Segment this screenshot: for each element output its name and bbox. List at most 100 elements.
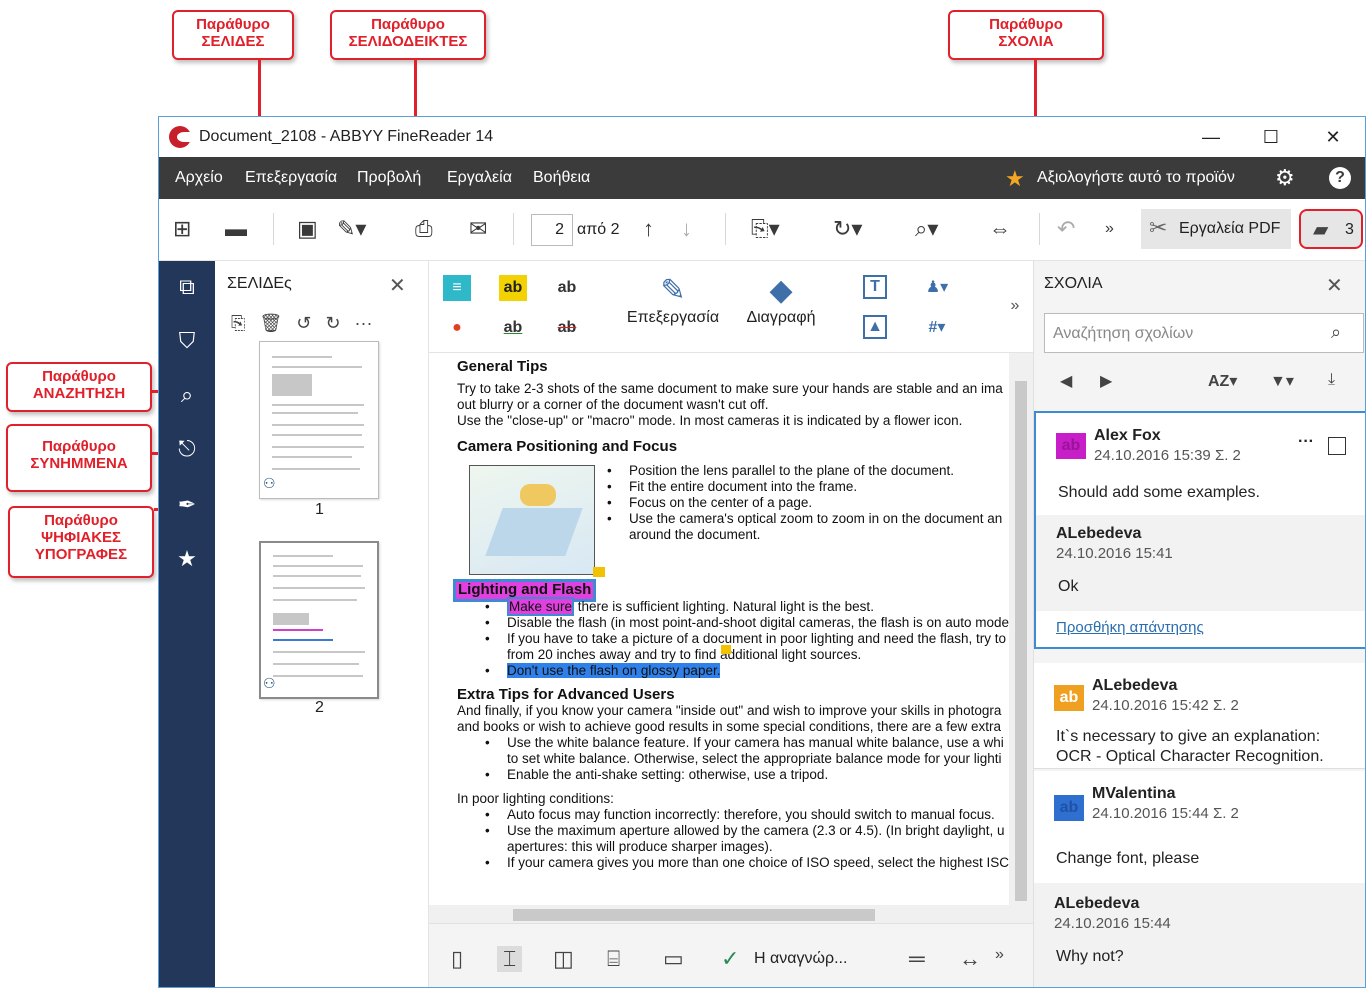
stamp-icon[interactable]: ♟▾	[923, 275, 951, 301]
next-page-icon[interactable]: ↓	[681, 216, 692, 242]
highlighted-glossy-paper[interactable]: Don't use the flash on glossy paper.	[507, 663, 721, 678]
menu-file[interactable]: Αρχείο	[175, 169, 223, 187]
collapse-icon[interactable]: ⤓	[1328, 371, 1335, 389]
zoom-width-icon[interactable]: ↔	[959, 946, 981, 972]
next-comment-icon[interactable]: ▶	[1100, 371, 1112, 391]
more-icon[interactable]: ···	[354, 313, 372, 334]
main-toolbar: ⊞ ▬ ▣ ✎▾ ⎙ ✉ 2 από 2 ↑ ↓ ⎘▾ ↻▾ ⌕▾ ⇔ ↶ » …	[159, 199, 1365, 261]
rotate-left-icon[interactable]: ↺	[296, 313, 311, 334]
comments-toggle-button[interactable]: ▰ 3	[1299, 209, 1363, 249]
sort-icon[interactable]: AZ▾	[1208, 371, 1237, 391]
menu-view[interactable]: Προβολή	[357, 169, 421, 187]
print-icon[interactable]: ⎙	[415, 216, 433, 242]
list-item: Make sure there is sufficient lighting. …	[485, 597, 874, 616]
resolve-checkbox[interactable]	[1328, 437, 1346, 455]
open-folder-icon[interactable]: ▬	[225, 216, 247, 242]
erase-button[interactable]: ◆ Διαγραφή	[737, 273, 825, 327]
pdf-tools-button[interactable]: ✂ Εργαλεία PDF	[1141, 209, 1291, 249]
underline-icon[interactable]: ab	[499, 315, 527, 341]
new-document-icon[interactable]: ⊞	[173, 216, 191, 242]
ribbon-more-icon[interactable]: »	[1001, 293, 1029, 319]
scrollbar-thumb[interactable]	[513, 909, 875, 921]
comment-reply[interactable]: ALebedeva 24.10.2016 15:44 Why not?	[1034, 885, 1365, 987]
callout-comments-panel: Παράθυρο ΣΧΟΛΙΑ	[948, 10, 1104, 60]
stamp-shape-icon[interactable]: ●	[443, 315, 471, 341]
page-thumbnail-selected[interactable]	[259, 541, 379, 699]
vertical-scrollbar[interactable]	[1009, 353, 1033, 923]
full-screen-icon[interactable]: ▭	[663, 946, 684, 972]
gear-icon[interactable]: ⚙	[1275, 165, 1295, 191]
search-icon[interactable]: ⌕	[173, 381, 201, 409]
recognize-icon[interactable]: ⌕▾	[915, 216, 938, 242]
rate-product-link[interactable]: Αξιολογήστε αυτό το προϊόν	[1037, 169, 1235, 187]
more-options-icon[interactable]: ···	[1298, 433, 1314, 451]
single-page-view-icon[interactable]: ▯	[451, 946, 463, 972]
maximize-button[interactable]: ☐	[1259, 125, 1283, 149]
insert-text-icon[interactable]: ab	[553, 275, 581, 301]
bates-number-icon[interactable]: #▾	[923, 315, 951, 341]
highlight-comment-icon: ab	[1054, 795, 1084, 821]
comment-ribbon: ≡ ab ab ● ab ab ✎ Επεξεργασία ◆ Διαγραφή…	[429, 261, 1033, 353]
delete-icon[interactable]: 🗑	[259, 313, 282, 334]
horizontal-scrollbar[interactable]	[429, 905, 1009, 923]
document-page[interactable]: General Tips Try to take 2-3 shots of th…	[429, 353, 1033, 923]
comment-thread[interactable]: ab MValentina 24.10.2016 15:44 Σ. 2 Chan…	[1034, 771, 1365, 987]
page-number-input[interactable]: 2	[531, 214, 573, 246]
digital-signature-icon[interactable]: ✒	[173, 491, 201, 519]
pages-panel-icon[interactable]: ⧉	[173, 273, 201, 301]
comment-thread-selected[interactable]: ab Alex Fox 24.10.2016 15:39 Σ. 2 ··· Sh…	[1034, 411, 1365, 649]
edit-button[interactable]: ✎ Επεξεργασία	[625, 273, 721, 327]
rotate-right-icon[interactable]: ↻	[325, 313, 340, 334]
menu-help[interactable]: Βοήθεια	[533, 169, 590, 187]
highlighted-make-sure[interactable]: Make sure	[507, 597, 575, 616]
comment-thread[interactable]: ab ALebedeva 24.10.2016 15:42 Σ. 2 It`s …	[1034, 663, 1365, 769]
two-page-scroll-icon[interactable]: ⌸	[607, 946, 620, 972]
menu-tools[interactable]: Εργαλεία	[447, 169, 512, 187]
add-page-icon[interactable]: ⎘	[231, 313, 245, 334]
menu-edit[interactable]: Επεξεργασία	[245, 169, 337, 187]
undo-icon[interactable]: ↶	[1057, 216, 1075, 242]
highlight-icon[interactable]: ab	[499, 275, 527, 301]
bottombar-more-icon[interactable]: »	[995, 946, 1004, 964]
scroll-view-icon[interactable]: ⌶	[497, 946, 523, 972]
search-icon[interactable]: ⌕	[1331, 322, 1341, 343]
close-icon[interactable]: ✕	[389, 273, 406, 298]
two-page-view-icon[interactable]: ◫	[553, 946, 574, 972]
callout-search-panel: Παράθυρο ΑΝΑΖΗΤΗΣΗ	[6, 362, 152, 412]
text-box-icon[interactable]: T	[863, 275, 887, 299]
compare-icon[interactable]: ⇔	[989, 216, 1011, 242]
star-icon[interactable]: ★	[173, 545, 201, 573]
minimize-button[interactable]: —	[1199, 125, 1223, 149]
callout-pages-panel: Παράθυρο ΣΕΛΙΔΕΣ	[172, 10, 294, 60]
note-icon[interactable]: ≡	[443, 275, 471, 301]
page-thumbnail[interactable]	[259, 341, 379, 499]
email-icon[interactable]: ✉	[469, 216, 487, 242]
fit-width-icon[interactable]: ═	[909, 946, 925, 972]
note-marker-icon[interactable]	[721, 645, 731, 654]
list-item-continuation: apertures: this will produce sharper ima…	[507, 839, 773, 854]
pdf-tools-label: Εργαλεία PDF	[1179, 220, 1281, 237]
previous-page-icon[interactable]: ↑	[643, 216, 654, 242]
help-icon[interactable]: ?	[1329, 167, 1351, 189]
star-icon[interactable]: ★	[1005, 166, 1025, 192]
list-item: Enable the anti-shake setting: otherwise…	[485, 767, 828, 784]
scrollbar-thumb[interactable]	[1015, 381, 1027, 901]
add-reply-link[interactable]: Προσθήκη απάντησης	[1056, 619, 1204, 636]
strikethrough-icon[interactable]: ab	[553, 315, 581, 341]
filter-icon[interactable]: ▼▾	[1270, 371, 1294, 391]
close-icon[interactable]: ✕	[1326, 273, 1343, 298]
bookmark-icon[interactable]: ⛉	[173, 327, 201, 355]
list-item: Fit the entire document into the frame.	[607, 479, 857, 496]
previous-comment-icon[interactable]: ◀	[1060, 371, 1072, 391]
save-as-icon[interactable]: ✎▾	[337, 216, 366, 242]
comments-search-input[interactable]: Αναζήτηση σχολίων ⌕	[1044, 313, 1364, 353]
rotate-icon[interactable]: ↻▾	[833, 216, 862, 242]
attachment-icon[interactable]: ⎋	[173, 435, 201, 463]
note-marker-icon[interactable]	[593, 567, 605, 577]
toolbar-more-icon[interactable]: »	[1105, 216, 1114, 242]
image-icon[interactable]: ▲	[863, 315, 887, 339]
close-window-button[interactable]: ✕	[1321, 125, 1345, 149]
save-icon[interactable]: ▣	[297, 216, 318, 242]
add-page-icon[interactable]: ⎘▾	[751, 216, 780, 242]
list-item: Use the camera's optical zoom to zoom in…	[607, 511, 1002, 528]
